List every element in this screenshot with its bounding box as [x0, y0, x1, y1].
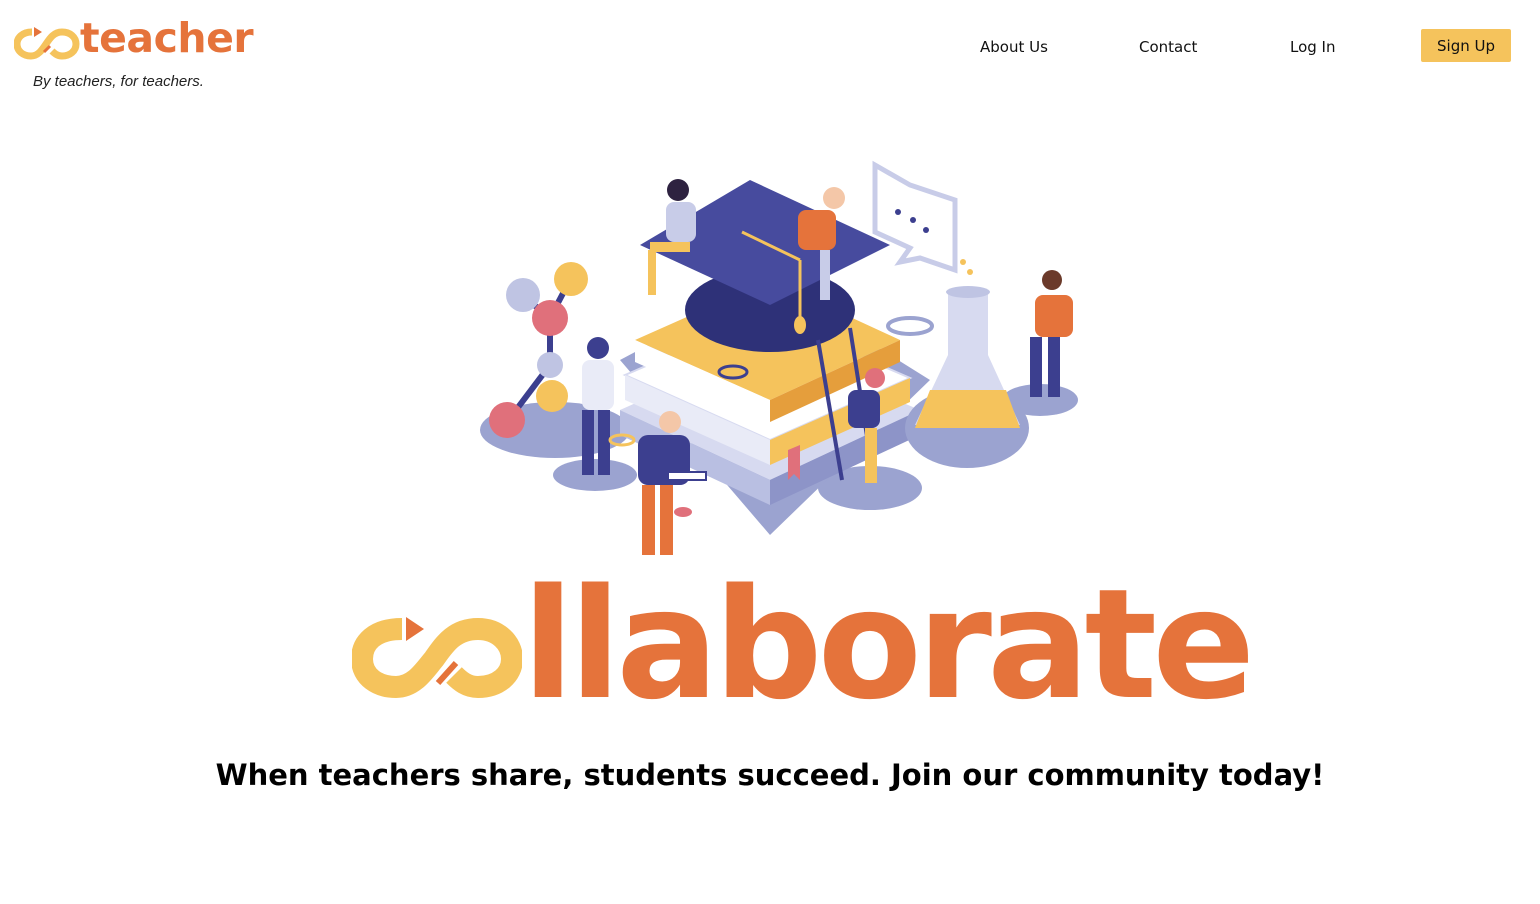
nav-about-us[interactable]: About Us	[980, 38, 1048, 56]
hero-slogan: When teachers share, students succeed. J…	[215, 758, 1325, 792]
brand-logo[interactable]: teacher By teachers, for teachers.	[14, 14, 254, 98]
infinity-link-icon	[14, 27, 80, 60]
collaborate-word: llaborate	[522, 556, 1255, 733]
infinity-link-icon	[352, 617, 522, 699]
sign-up-button[interactable]: Sign Up	[1421, 29, 1511, 62]
tagline: By teachers, for teachers.	[33, 73, 204, 90]
nav-contact[interactable]: Contact	[1139, 38, 1197, 56]
page: teacher By teachers, for teachers. About…	[0, 0, 1540, 904]
logo-text: teacher	[80, 14, 254, 62]
nav-log-in[interactable]: Log In	[1290, 38, 1336, 56]
education-collaboration-illustration	[480, 160, 1078, 555]
